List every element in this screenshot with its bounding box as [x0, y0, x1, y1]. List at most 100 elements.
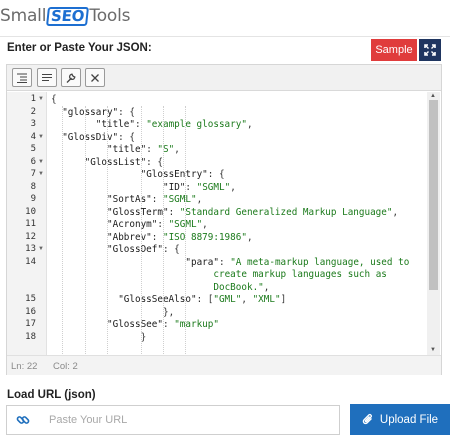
- code-line: "GlossDiv": {: [62, 132, 135, 143]
- code-line: "Acronym": "SGML",: [107, 219, 208, 230]
- editor-title: Enter or Paste Your JSON:: [7, 42, 152, 54]
- clear-button[interactable]: [85, 68, 105, 87]
- cursor-line: Ln: 22: [11, 361, 38, 372]
- json-punctuation: ,: [392, 206, 399, 218]
- line-number: 2: [30, 106, 36, 117]
- code-content[interactable]: { "glossary": {"title": "example glossary…: [51, 92, 425, 355]
- format-button[interactable]: [12, 68, 32, 87]
- json-punctuation: : {: [162, 244, 180, 255]
- json-key: "ID": [163, 181, 186, 193]
- json-punctuation: :: [185, 181, 197, 193]
- json-punctuation: :: [162, 319, 175, 330]
- json-editor[interactable]: 1 ▼ 2 3 4 ▼ 5 6 ▼ 7 ▼ 8 9 10 11 12 13 ▼ 14 15 16 17 18 {"gloss…: [6, 64, 442, 375]
- editor-header: Enter or Paste Your JSON: Sample: [0, 36, 450, 61]
- json-punctuation: },: [163, 306, 175, 318]
- scroll-down-icon[interactable]: ▼: [430, 347, 436, 353]
- json-string: "ISO 8879:1986": [162, 231, 247, 243]
- scrollbar-thumb[interactable]: [429, 100, 438, 290]
- fold-toggle-icon[interactable]: ▼: [38, 96, 44, 102]
- brand-logo: Small SEO Tools: [0, 4, 131, 28]
- line-number: 18: [25, 331, 36, 342]
- code-line: "SortAs": "SGML",: [107, 194, 202, 205]
- json-punctuation: ,: [246, 231, 253, 243]
- json-string: "GML": [213, 294, 242, 305]
- json-punctuation: ,: [196, 194, 203, 205]
- scroll-up-icon[interactable]: ▲: [430, 93, 436, 99]
- code-line: "title": "S",: [107, 144, 180, 155]
- code-line: "GlossDef": {: [107, 244, 180, 255]
- brand-part-tools: Tools: [89, 6, 131, 26]
- line-number: 9: [30, 194, 36, 204]
- fold-toggle-icon[interactable]: ▼: [38, 171, 44, 177]
- code-line: "Abbrev": "ISO 8879:1986",: [107, 232, 253, 243]
- code-line: "GlossSeeAlso": ["GML", "XML"]: [118, 294, 286, 305]
- line-number: 10: [25, 206, 36, 217]
- url-input[interactable]: [39, 405, 340, 435]
- fold-toggle-icon[interactable]: ▼: [38, 159, 44, 165]
- json-punctuation: ,: [246, 119, 253, 130]
- fold-toggle-icon[interactable]: ▼: [38, 246, 44, 252]
- json-key: "GlossEntry": [140, 169, 208, 180]
- line-number: 15: [25, 294, 36, 304]
- code-line: "GlossTerm": "Standard Generalized Marku…: [107, 207, 398, 218]
- code-line: "glossary": {: [62, 107, 135, 118]
- json-key: "GlossDef": [107, 244, 163, 255]
- line-number: 8: [30, 181, 36, 192]
- load-url-title: Load URL (json): [7, 389, 96, 401]
- line-number: 5: [30, 144, 36, 154]
- vertical-scrollbar[interactable]: ▲ ▼: [427, 92, 440, 355]
- line-number: 17: [25, 319, 36, 329]
- json-punctuation: :: [168, 206, 180, 218]
- repair-button[interactable]: [61, 68, 81, 87]
- code-line: {: [51, 94, 57, 105]
- json-punctuation: :: [151, 194, 163, 205]
- json-punctuation: :: [218, 256, 231, 268]
- line-number: 16: [25, 306, 36, 317]
- json-punctuation: :: [146, 144, 158, 155]
- code-line: "ID": "SGML",: [163, 182, 236, 193]
- indent-guide: [62, 106, 64, 355]
- json-punctuation: : {: [118, 106, 135, 118]
- json-punctuation: : [: [196, 294, 214, 305]
- editor-toolbar: [7, 65, 441, 91]
- sample-button[interactable]: Sample: [371, 39, 417, 61]
- json-key: "SortAs": [107, 194, 152, 205]
- line-number: 12: [25, 231, 36, 242]
- code-line: "GlossList": {: [85, 157, 163, 168]
- json-string: DocBook.": [213, 281, 264, 293]
- json-key: "GlossTerm": [107, 206, 169, 218]
- line-number: 14: [25, 256, 36, 267]
- fold-toggle-icon[interactable]: ▼: [38, 134, 44, 140]
- line-number: 11: [25, 219, 36, 229]
- code-area[interactable]: 1 ▼ 2 3 4 ▼ 5 6 ▼ 7 ▼ 8 9 10 11 12 13 ▼ 14 15 16 17 18 {"gloss…: [7, 92, 441, 355]
- close-icon: [91, 73, 99, 82]
- json-string: "markup": [174, 319, 219, 330]
- code-line: "para": "A meta-markup language, used to: [185, 257, 409, 268]
- code-line: "GlossEntry": {: [141, 169, 225, 180]
- fullscreen-button[interactable]: [419, 39, 441, 61]
- json-punctuation: ,: [202, 219, 208, 230]
- code-line: create markup languages such as: [213, 269, 387, 280]
- format-icon: [17, 72, 27, 83]
- upload-file-label: Upload File: [379, 413, 439, 426]
- cursor-column: Col: 2: [53, 361, 78, 372]
- json-punctuation: : {: [146, 156, 163, 168]
- json-key: "GlossDiv": [62, 131, 119, 143]
- json-punctuation: {: [51, 94, 57, 105]
- link-icon-box: [6, 405, 40, 435]
- upload-file-button[interactable]: Upload File: [350, 404, 450, 435]
- expand-icon: [424, 44, 436, 56]
- compact-icon: [42, 73, 52, 81]
- code-line: "title": "example glossary",: [96, 119, 253, 130]
- json-string: "Standard Generalized Markup Language": [179, 206, 393, 218]
- json-punctuation: :: [151, 231, 163, 243]
- indent-guide: [107, 106, 108, 355]
- wrench-icon: [66, 73, 76, 83]
- json-punctuation: : {: [207, 169, 225, 180]
- json-key: "GlossSee": [107, 319, 163, 330]
- paperclip-icon: [362, 413, 372, 425]
- json-key: "para": [185, 256, 219, 268]
- compact-button[interactable]: [37, 68, 57, 87]
- line-number: 3: [30, 119, 36, 129]
- json-punctuation: : {: [118, 131, 135, 143]
